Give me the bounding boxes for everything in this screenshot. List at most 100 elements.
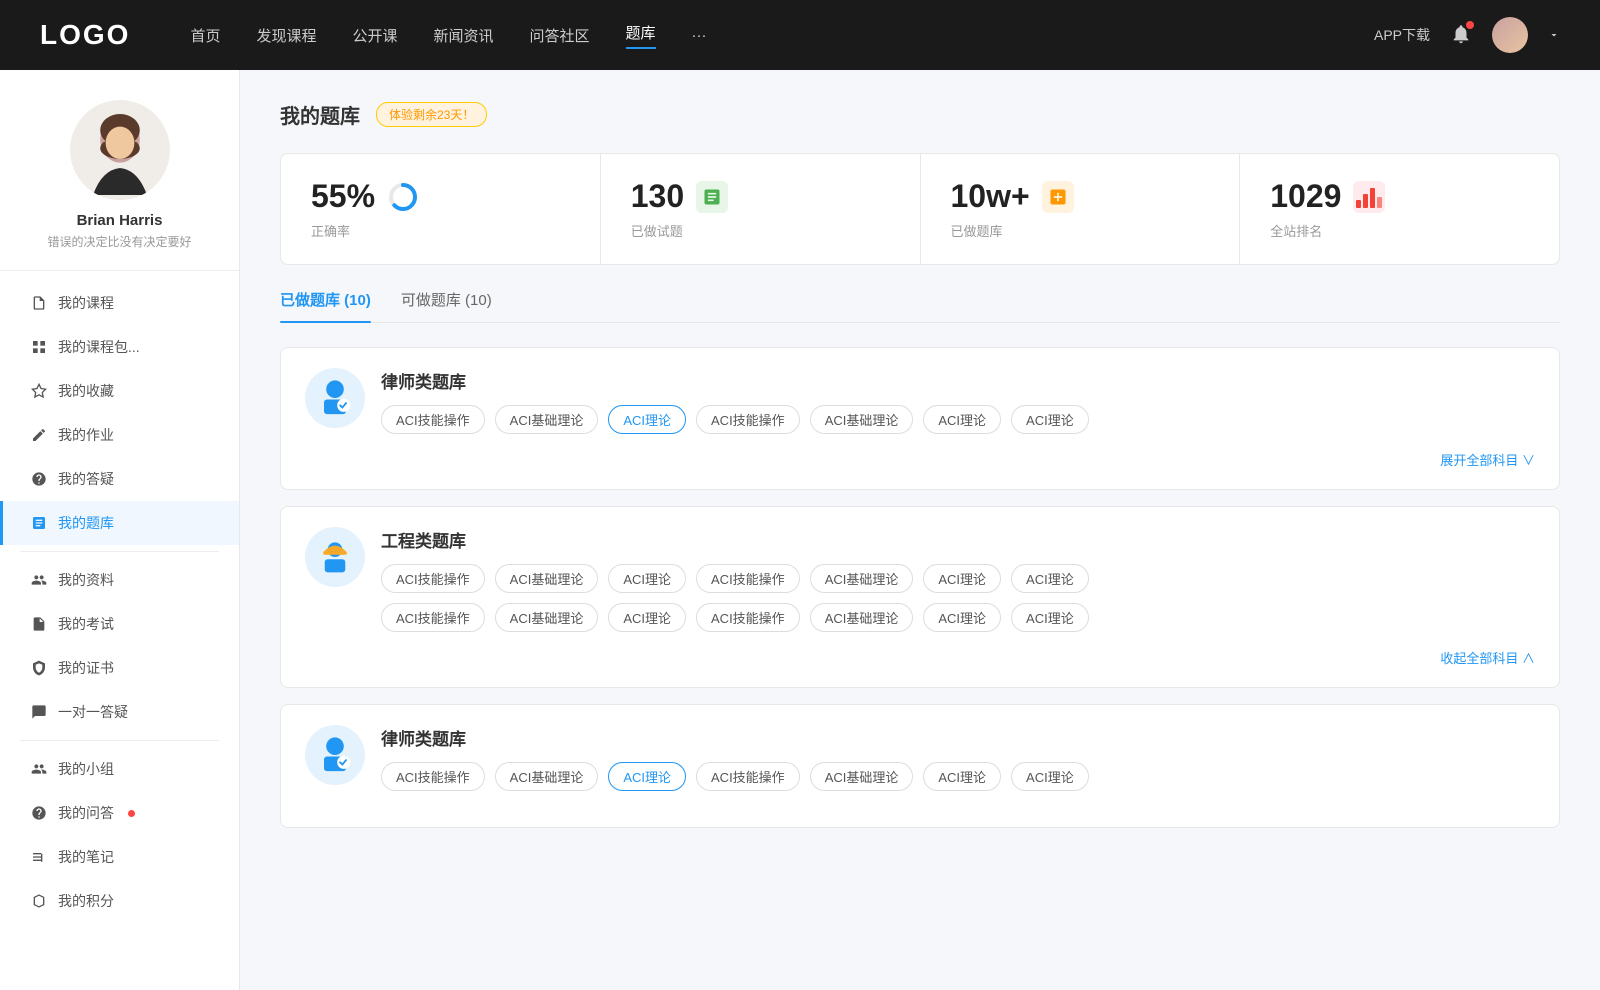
tag-2r2-1[interactable]: ACI基础理论 xyxy=(495,603,599,632)
tag-3-5[interactable]: ACI理论 xyxy=(923,762,1001,791)
sidebar-item-exam[interactable]: 我的考试 xyxy=(0,602,239,646)
avatar-dropdown-icon[interactable] xyxy=(1548,29,1560,41)
tag-3-1[interactable]: ACI基础理论 xyxy=(495,762,599,791)
bank-title-1: 律师类题库 xyxy=(381,368,1535,393)
profile-menu-label: 我的资料 xyxy=(58,570,114,590)
accuracy-label: 正确率 xyxy=(311,221,570,240)
rank-value: 1029 xyxy=(1270,178,1341,215)
sidebar-item-myqa[interactable]: 我的问答 xyxy=(0,791,239,835)
tag-3-0[interactable]: ACI技能操作 xyxy=(381,762,485,791)
stat-done-banks: 10w+ 已做题库 xyxy=(921,154,1241,264)
rank-label: 全站排名 xyxy=(1270,221,1529,240)
stat-rank: 1029 全站排名 xyxy=(1240,154,1559,264)
tag-2r2-3[interactable]: ACI技能操作 xyxy=(696,603,800,632)
sidebar-item-courses[interactable]: 我的课程 xyxy=(0,281,239,325)
packages-icon xyxy=(30,338,48,356)
tag-2-2[interactable]: ACI理论 xyxy=(608,564,686,593)
profile-section: Brian Harris 错误的决定比没有决定要好 xyxy=(0,100,239,271)
nav-questionbank[interactable]: 题库 xyxy=(626,22,656,49)
sidebar-menu: 我的课程 我的课程包... 我的收藏 我的作业 xyxy=(0,281,239,923)
tag-2-3[interactable]: ACI技能操作 xyxy=(696,564,800,593)
app-download-btn[interactable]: APP下载 xyxy=(1374,25,1430,45)
courses-icon xyxy=(30,294,48,312)
sidebar-item-certificate[interactable]: 我的证书 xyxy=(0,646,239,690)
tag-3-3[interactable]: ACI技能操作 xyxy=(696,762,800,791)
tag-2-0[interactable]: ACI技能操作 xyxy=(381,564,485,593)
nav-opencourse[interactable]: 公开课 xyxy=(352,25,397,46)
notification-bell[interactable] xyxy=(1450,23,1472,48)
nav-menu: 首页 发现课程 公开课 新闻资讯 问答社区 题库 ··· xyxy=(190,22,1374,49)
questionbank-icon xyxy=(30,514,48,532)
tag-3-4[interactable]: ACI基础理论 xyxy=(810,762,914,791)
bank-card-1: 律师类题库 ACI技能操作 ACI基础理论 ACI理论 ACI技能操作 ACI基… xyxy=(280,347,1560,490)
avatar-image xyxy=(75,105,165,195)
tag-2-5[interactable]: ACI理论 xyxy=(923,564,1001,593)
bank-tabs: 已做题库 (10) 可做题库 (10) xyxy=(280,289,1560,323)
lawyer-bank-icon-1 xyxy=(305,368,365,428)
tab-available-banks[interactable]: 可做题库 (10) xyxy=(401,289,492,322)
tag-2-6[interactable]: ACI理论 xyxy=(1011,564,1089,593)
bank-tags-1: ACI技能操作 ACI基础理论 ACI理论 ACI技能操作 ACI基础理论 AC… xyxy=(381,405,1535,434)
sidebar-item-1on1qa[interactable]: 一对一答疑 xyxy=(0,690,239,734)
bank-tags-2-row2: ACI技能操作 ACI基础理论 ACI理论 ACI技能操作 ACI基础理论 AC… xyxy=(381,603,1535,632)
tag-2r2-5[interactable]: ACI理论 xyxy=(923,603,1001,632)
tag-1-1[interactable]: ACI基础理论 xyxy=(495,405,599,434)
tag-3-2[interactable]: ACI理论 xyxy=(608,762,686,791)
done-questions-value: 130 xyxy=(631,178,684,215)
sidebar: Brian Harris 错误的决定比没有决定要好 我的课程 我的课程包... xyxy=(0,70,240,990)
questionbank-label: 我的题库 xyxy=(58,513,114,533)
done-banks-icon xyxy=(1042,181,1074,213)
sidebar-item-questionbank[interactable]: 我的题库 xyxy=(0,501,239,545)
tab-done-banks[interactable]: 已做题库 (10) xyxy=(280,289,371,322)
main-content: 我的题库 体验剩余23天！ 55% 正确率 xyxy=(240,70,1600,990)
navbar-right: APP下载 xyxy=(1374,17,1560,53)
done-banks-value: 10w+ xyxy=(951,178,1030,215)
myqa-label: 我的问答 xyxy=(58,803,114,823)
expand-link-1[interactable]: 展开全部科目 ∨ xyxy=(305,450,1535,469)
tag-2r2-4[interactable]: ACI基础理论 xyxy=(810,603,914,632)
bank-tags-3: ACI技能操作 ACI基础理论 ACI理论 ACI技能操作 ACI基础理论 AC… xyxy=(381,762,1535,791)
tag-1-6[interactable]: ACI理论 xyxy=(1011,405,1089,434)
tag-1-4[interactable]: ACI基础理论 xyxy=(810,405,914,434)
tag-1-2[interactable]: ACI理论 xyxy=(608,405,686,434)
qa-notification-dot xyxy=(128,810,135,817)
sidebar-item-groups[interactable]: 我的小组 xyxy=(0,747,239,791)
tag-2r2-6[interactable]: ACI理论 xyxy=(1011,603,1089,632)
sidebar-item-favorites[interactable]: 我的收藏 xyxy=(0,369,239,413)
tag-2r2-0[interactable]: ACI技能操作 xyxy=(381,603,485,632)
homework-label: 我的作业 xyxy=(58,425,114,445)
tag-2-4[interactable]: ACI基础理论 xyxy=(810,564,914,593)
sidebar-item-qa[interactable]: 我的答疑 xyxy=(0,457,239,501)
tag-1-3[interactable]: ACI技能操作 xyxy=(696,405,800,434)
nav-discover[interactable]: 发现课程 xyxy=(256,25,316,46)
tag-2r2-2[interactable]: ACI理论 xyxy=(608,603,686,632)
nav-home[interactable]: 首页 xyxy=(190,25,220,46)
collapse-link-2[interactable]: 收起全部科目 ∧ xyxy=(305,648,1535,667)
nav-qa[interactable]: 问答社区 xyxy=(530,25,590,46)
sidebar-item-course-packages[interactable]: 我的课程包... xyxy=(0,325,239,369)
tag-3-6[interactable]: ACI理论 xyxy=(1011,762,1089,791)
nav-news[interactable]: 新闻资讯 xyxy=(434,25,494,46)
sidebar-item-homework[interactable]: 我的作业 xyxy=(0,413,239,457)
exam-label: 我的考试 xyxy=(58,614,114,634)
stats-row: 55% 正确率 130 xyxy=(280,153,1560,265)
notes-label: 我的笔记 xyxy=(58,847,114,867)
tag-1-5[interactable]: ACI理论 xyxy=(923,405,1001,434)
tag-2-1[interactable]: ACI基础理论 xyxy=(495,564,599,593)
navbar: LOGO 首页 发现课程 公开课 新闻资讯 问答社区 题库 ··· APP下载 xyxy=(0,0,1600,70)
page-title: 我的题库 xyxy=(280,100,360,129)
qa-icon xyxy=(30,470,48,488)
sidebar-item-notes[interactable]: 我的笔记 xyxy=(0,835,239,879)
homework-icon xyxy=(30,426,48,444)
bank-card-3: 律师类题库 ACI技能操作 ACI基础理论 ACI理论 ACI技能操作 ACI基… xyxy=(280,704,1560,828)
user-avatar[interactable] xyxy=(1492,17,1528,53)
sidebar-item-points[interactable]: 我的积分 xyxy=(0,879,239,923)
trial-badge: 体验剩余23天！ xyxy=(376,102,487,127)
favorites-icon xyxy=(30,382,48,400)
certificate-icon xyxy=(30,659,48,677)
nav-more[interactable]: ··· xyxy=(692,27,707,44)
sidebar-item-profile[interactable]: 我的资料 xyxy=(0,558,239,602)
notes-icon xyxy=(30,848,48,866)
stat-accuracy: 55% 正确率 xyxy=(281,154,601,264)
tag-1-0[interactable]: ACI技能操作 xyxy=(381,405,485,434)
